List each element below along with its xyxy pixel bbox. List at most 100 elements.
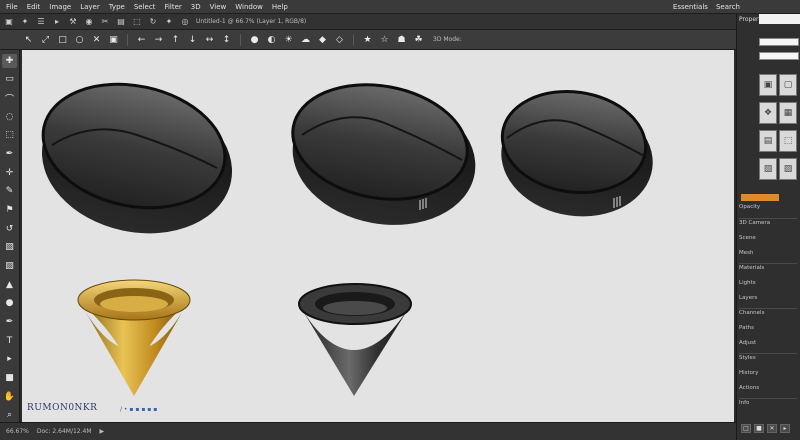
brush-icon[interactable]: ✎ — [2, 185, 17, 199]
history-brush-icon[interactable]: ↺ — [2, 222, 17, 236]
panel-button[interactable]: ■ — [754, 424, 764, 433]
panel-button[interactable]: □ — [741, 424, 751, 433]
panel-row-layers[interactable]: Layers — [739, 295, 799, 303]
subbar-icon-4[interactable]: ⚒ — [68, 17, 78, 26]
subbar-icon-8[interactable]: ⬚ — [132, 17, 142, 26]
panel-button[interactable]: ✕ — [767, 424, 777, 433]
panel-row-lights[interactable]: Lights — [739, 280, 799, 288]
option-icon-5[interactable]: ▣ — [107, 33, 120, 46]
menu-item-edit[interactable]: Edit — [27, 3, 41, 11]
option-icon-17[interactable]: ◇ — [333, 33, 346, 46]
option-icon-13[interactable]: ◐ — [265, 33, 278, 46]
crop-icon[interactable]: ⬚ — [2, 129, 17, 143]
panel-thumbnail[interactable]: ▢ — [779, 74, 797, 96]
panel-input-2[interactable] — [759, 52, 799, 60]
panel-row-paths[interactable]: Paths — [739, 325, 799, 333]
eyedropper-icon[interactable]: ✒ — [2, 147, 17, 161]
subbar-icon-2[interactable]: ☰ — [36, 17, 46, 26]
lasso-icon[interactable]: ⌒ — [2, 91, 17, 105]
option-icon-1[interactable]: ⤢ — [39, 33, 52, 46]
panel-row-actions[interactable]: Actions — [739, 385, 799, 393]
option-icon-15[interactable]: ☁ — [299, 33, 312, 46]
option-icon-16[interactable]: ◆ — [316, 33, 329, 46]
stamp-icon[interactable]: ⚑ — [2, 203, 17, 217]
option-icon-0[interactable]: ↖ — [22, 33, 35, 46]
quick-select-icon[interactable]: ◌ — [2, 110, 17, 124]
option-icon-12[interactable]: ● — [248, 33, 261, 46]
menu-item-view[interactable]: View — [210, 3, 227, 11]
menu-item-type[interactable]: Type — [109, 3, 125, 11]
panel-thumbnail[interactable]: ▧ — [759, 158, 777, 180]
menu-item-help[interactable]: Help — [272, 3, 288, 11]
option-icon-14[interactable]: ☀ — [282, 33, 295, 46]
shape-icon[interactable]: ■ — [2, 371, 17, 385]
status-item-2[interactable]: ▶ — [100, 428, 105, 435]
panel-thumbnail[interactable]: ▦ — [779, 102, 797, 124]
option-icon-7[interactable]: → — [152, 33, 165, 46]
path-select-icon[interactable]: ▸ — [2, 353, 17, 367]
option-icon-3[interactable]: ○ — [73, 33, 86, 46]
pen-icon[interactable]: ✒ — [2, 315, 17, 329]
subbar-icon-3[interactable]: ▸ — [52, 17, 62, 26]
accent-bar[interactable] — [741, 194, 779, 201]
panel-row-materials[interactable]: Materials — [739, 265, 799, 273]
option-icon-2[interactable]: □ — [56, 33, 69, 46]
subbar-icon-0[interactable]: ▣ — [4, 17, 14, 26]
workspace-item-essentials[interactable]: Essentials — [673, 3, 708, 11]
menu-item-layer[interactable]: Layer — [80, 3, 100, 11]
menu-item-3d[interactable]: 3D — [191, 3, 201, 11]
panel-row-mesh[interactable]: Mesh — [739, 250, 799, 258]
eraser-icon[interactable]: ▧ — [2, 241, 17, 255]
panel-thumbnail[interactable]: ▨ — [779, 158, 797, 180]
option-icon-10[interactable]: ↔ — [203, 33, 216, 46]
menu-item-filter[interactable]: Filter — [164, 3, 181, 11]
option-icon-9[interactable]: ↓ — [186, 33, 199, 46]
subbar-icon-6[interactable]: ✂ — [100, 17, 110, 26]
gradient-icon[interactable]: ▨ — [2, 259, 17, 273]
document-tab-title[interactable]: Untitled-1 @ 66.7% (Layer 1, RGB/8) — [196, 18, 306, 25]
marquee-icon[interactable]: ▭ — [2, 73, 17, 87]
zoom-icon[interactable]: ⌕ — [2, 408, 17, 422]
panel-row-styles[interactable]: Styles — [739, 355, 799, 363]
panel-thumbnail[interactable]: ⬚ — [779, 130, 797, 152]
panel-thumbnail[interactable]: ▣ — [759, 74, 777, 96]
panel-swatch[interactable] — [759, 14, 800, 24]
option-icon-21[interactable]: ☘ — [412, 33, 425, 46]
subbar-icon-5[interactable]: ◉ — [84, 17, 94, 26]
panel-row-history[interactable]: History — [739, 370, 799, 378]
panel-row-3d-camera[interactable]: 3D Camera — [739, 220, 799, 228]
workspace-item-search[interactable]: Search — [716, 3, 740, 11]
option-icon-6[interactable]: ← — [135, 33, 148, 46]
menu-item-select[interactable]: Select — [134, 3, 156, 11]
option-icon-4[interactable]: ✕ — [90, 33, 103, 46]
panel-thumbnail[interactable]: ❖ — [759, 102, 777, 124]
subbar-icon-11[interactable]: ◎ — [180, 17, 190, 26]
healing-icon[interactable]: ✛ — [2, 166, 17, 180]
panel-row-adjust[interactable]: Adjust — [739, 340, 799, 348]
dodge-icon[interactable]: ● — [2, 297, 17, 311]
hand-icon[interactable]: ✋ — [2, 390, 17, 404]
menu-item-file[interactable]: File — [6, 3, 18, 11]
blur-icon[interactable]: ▲ — [2, 278, 17, 292]
subbar-icon-10[interactable]: ✦ — [164, 17, 174, 26]
menu-item-image[interactable]: Image — [49, 3, 71, 11]
puck-object-3 — [500, 89, 653, 217]
option-icon-20[interactable]: ☗ — [395, 33, 408, 46]
subbar-icon-9[interactable]: ↻ — [148, 17, 158, 26]
option-icon-19[interactable]: ☆ — [378, 33, 391, 46]
panel-row-scene[interactable]: Scene — [739, 235, 799, 243]
panel-button[interactable]: ▸ — [780, 424, 790, 433]
type-icon[interactable]: T — [2, 334, 17, 348]
document-canvas[interactable]: RUMON0NKR / • ▪ ▪ ▪ ▪ ▪ — [22, 50, 734, 422]
panel-input-1[interactable] — [759, 38, 799, 46]
option-icon-18[interactable]: ★ — [361, 33, 374, 46]
subbar-icon-1[interactable]: ✦ — [20, 17, 30, 26]
move-icon[interactable]: ✚ — [2, 54, 17, 68]
panel-row-info[interactable]: Info — [739, 400, 799, 408]
option-icon-11[interactable]: ↕ — [220, 33, 233, 46]
subbar-icon-7[interactable]: ▤ — [116, 17, 126, 26]
menu-item-window[interactable]: Window — [235, 3, 263, 11]
panel-thumbnail[interactable]: ▤ — [759, 130, 777, 152]
panel-row-channels[interactable]: Channels — [739, 310, 799, 318]
option-icon-8[interactable]: ↑ — [169, 33, 182, 46]
